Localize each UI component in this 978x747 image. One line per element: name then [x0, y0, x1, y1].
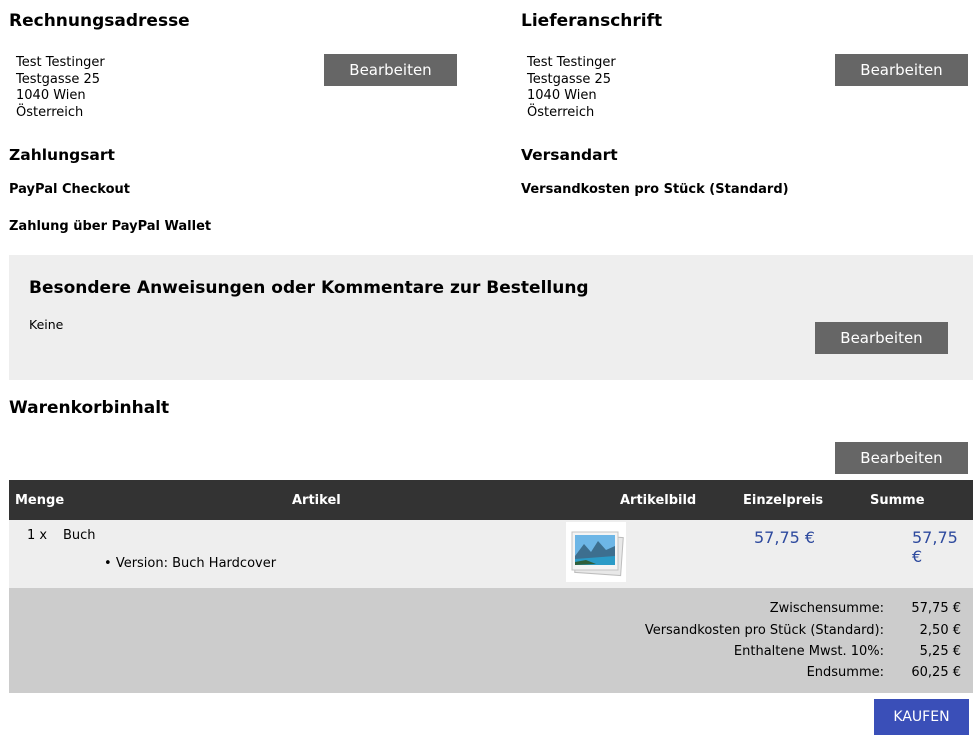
column-header-total: Summe	[870, 493, 925, 508]
edit-billing-button[interactable]: Bearbeiten	[324, 54, 457, 86]
edit-shipping-address-button[interactable]: Bearbeiten	[835, 54, 968, 86]
shipping-method: Versandkosten pro Stück (Standard)	[521, 182, 789, 197]
totals-row-tax: Enthaltene Mwst. 10%: 5,25 €	[9, 644, 973, 664]
totals-row-grand-total: Endsumme: 60,25 €	[9, 665, 973, 685]
edit-comments-button[interactable]: Bearbeiten	[815, 322, 948, 354]
item-attribute-text: Version: Buch Hardcover	[115, 556, 277, 571]
buy-button[interactable]: KAUFEN	[874, 699, 969, 735]
subtotal-label: Zwischensumme:	[769, 601, 884, 616]
payment-title: Zahlungsart	[9, 146, 115, 164]
comments-value: Keine	[29, 317, 64, 332]
landscape-photo-icon[interactable]	[566, 522, 626, 582]
billing-address: Test Testinger Testgasse 25 1040 Wien Ös…	[16, 55, 105, 121]
tax-value: 5,25 €	[919, 644, 961, 659]
cart-title: Warenkorbinhalt	[9, 398, 170, 418]
shipping-address: Test Testinger Testgasse 25 1040 Wien Ös…	[527, 55, 616, 121]
shipping-method-title: Versandart	[521, 146, 618, 164]
shipping-line: Österreich	[527, 104, 595, 120]
billing-line: Test Testinger	[16, 55, 105, 70]
billing-title: Rechnungsadresse	[9, 11, 190, 31]
column-header-qty: Menge	[15, 493, 65, 508]
bullet-icon: •	[104, 556, 112, 571]
product-image	[571, 531, 624, 577]
item-attribute: • Version: Buch Hardcover	[104, 556, 276, 571]
order-totals: Zwischensumme: 57,75 € Versandkosten pro…	[9, 588, 973, 693]
cart-table-header: Menge Artikel Artikelbild Einzelpreis Su…	[9, 480, 973, 520]
item-quantity: 1 x	[27, 528, 48, 543]
table-row: 1 x Buch • Version: Buch Hardcover 57,75…	[9, 520, 973, 588]
payment-detail: Zahlung über PayPal Wallet	[9, 219, 212, 234]
payment-method: PayPal Checkout	[9, 182, 130, 197]
billing-line: 1040 Wien	[16, 88, 86, 103]
billing-line: Österreich	[16, 104, 84, 120]
item-unit-price: 57,75 €	[754, 528, 816, 547]
comments-panel: Besondere Anweisungen oder Kommentare zu…	[9, 255, 973, 380]
column-header-unit-price: Einzelpreis	[743, 493, 824, 508]
edit-cart-button[interactable]: Bearbeiten	[835, 442, 968, 474]
subtotal-value: 57,75 €	[911, 601, 961, 616]
tax-label: Enthaltene Mwst. 10%:	[733, 644, 884, 659]
shipping-cost-label: Versandkosten pro Stück (Standard):	[644, 623, 884, 638]
billing-line: Testgasse 25	[16, 71, 101, 87]
totals-row-subtotal: Zwischensumme: 57,75 €	[9, 601, 973, 621]
comments-title: Besondere Anweisungen oder Kommentare zu…	[29, 278, 589, 298]
shipping-address-title: Lieferanschrift	[521, 11, 663, 31]
totals-row-shipping: Versandkosten pro Stück (Standard): 2,50…	[9, 623, 973, 643]
grand-total-label: Endsumme:	[806, 665, 884, 680]
column-header-image: Artikelbild	[620, 493, 697, 508]
grand-total-value: 60,25 €	[911, 665, 961, 680]
shipping-line: Test Testinger	[527, 55, 616, 70]
item-total: 57,75 €	[912, 528, 958, 566]
item-name[interactable]: Buch	[63, 528, 96, 543]
shipping-line: 1040 Wien	[527, 88, 597, 103]
column-header-article: Artikel	[292, 493, 341, 508]
shipping-line: Testgasse 25	[527, 71, 612, 87]
shipping-cost-value: 2,50 €	[919, 623, 961, 638]
